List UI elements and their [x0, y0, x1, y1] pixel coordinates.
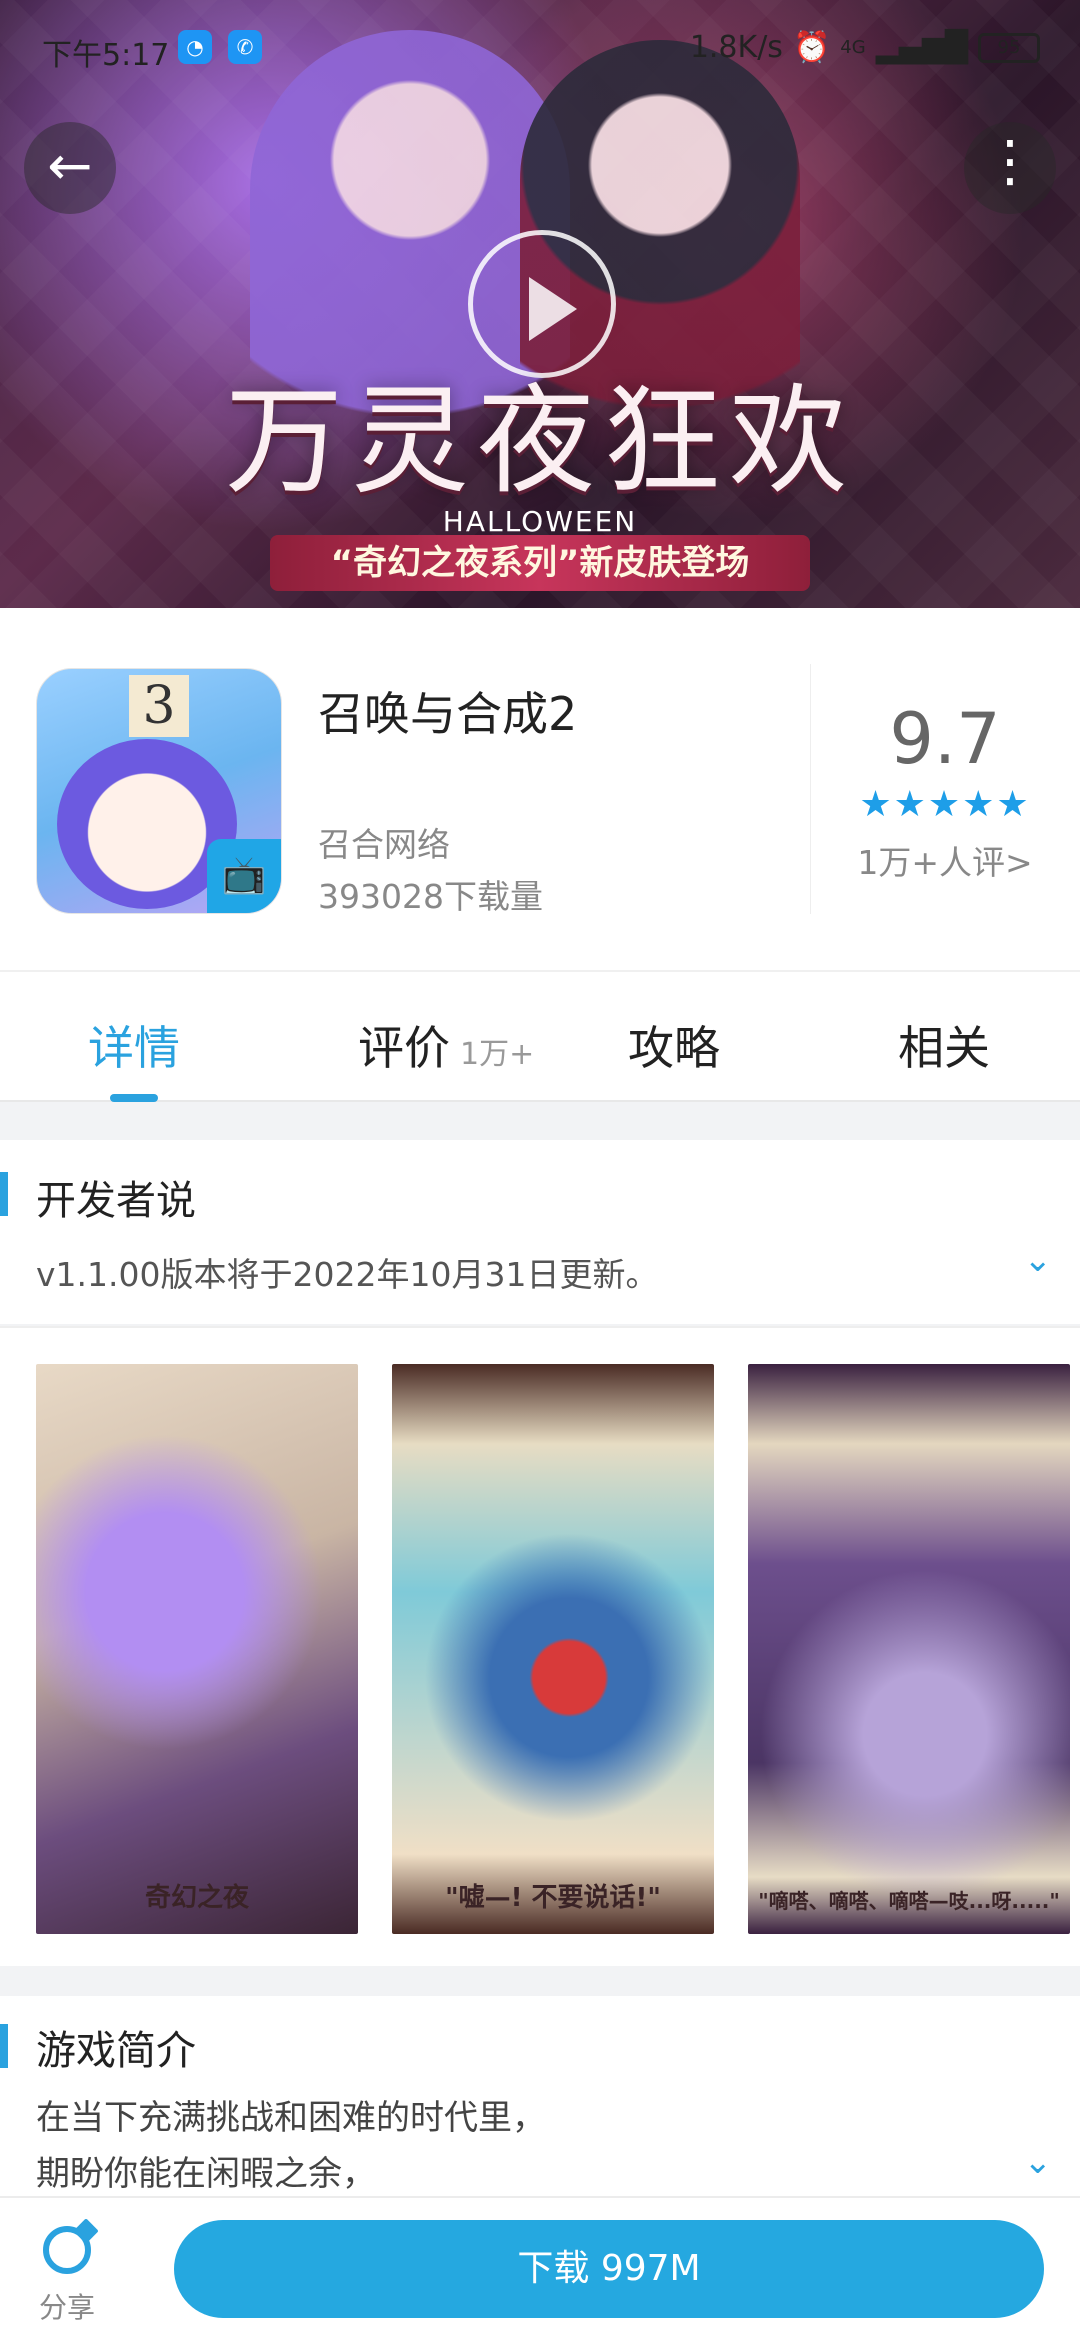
app-name: 召唤与合成2 — [318, 687, 578, 741]
arrow-left-icon: ← — [47, 134, 93, 197]
tab-reviews-badge: 1万+ — [460, 1037, 535, 1072]
hero-subtitle: HALLOWEEN — [442, 505, 638, 538]
developer-section[interactable]: 开发者说 v1.1.00版本将于2022年10月31日更新。 ⌄ — [0, 1140, 1080, 1324]
back-button[interactable]: ← — [24, 122, 116, 214]
screenshot-3-caption: "嘀嗒、嘀嗒、嘀嗒—吱...呀....." — [758, 1889, 1060, 1913]
developer-section-text: v1.1.00版本将于2022年10月31日更新。 — [36, 1255, 659, 1294]
hero-ribbon: “奇幻之夜系列”新皮肤登场 — [270, 535, 810, 591]
app-developer[interactable]: 召合网络 — [318, 818, 450, 866]
tab-details-label: 详情 — [88, 1021, 180, 1075]
bottom-action-bar: 分享 下载 997M — [0, 2196, 1080, 2340]
tab-related[interactable]: 相关 — [898, 1012, 990, 1078]
tab-reviews[interactable]: 评价 1万+ — [358, 1012, 534, 1078]
share-icon — [43, 2226, 91, 2274]
screenshot-1-caption: 奇幻之夜 — [144, 1883, 249, 1913]
share-button[interactable]: 分享 — [32, 2226, 102, 2326]
section-accent-bar — [0, 1172, 8, 1216]
network-type: 4G — [840, 37, 866, 58]
notification-app-icon: ◔ — [178, 30, 212, 64]
tab-active-indicator — [110, 1094, 158, 1102]
status-time: 下午5:17 — [42, 38, 170, 73]
bilibili-icon: 📺 — [207, 839, 281, 913]
chevron-down-icon[interactable]: ⌄ — [1024, 2142, 1053, 2182]
network-speed: 1.8K/s — [689, 30, 783, 65]
app-info-card: 3 📺 召唤与合成2 召合网络 393028下载量 9.7 ★★★★★ 1万+人… — [0, 608, 1080, 970]
tab-guides-label: 攻略 — [628, 1021, 720, 1075]
hero-title: 万灵夜狂欢 — [224, 372, 855, 510]
tab-reviews-label: 评价 — [358, 1021, 450, 1075]
tab-details[interactable]: 详情 — [88, 1012, 180, 1078]
section-accent-bar — [0, 2024, 8, 2068]
intro-section-title: 游戏简介 — [36, 2028, 196, 2074]
developer-section-title: 开发者说 — [36, 1178, 196, 1224]
play-icon — [529, 277, 577, 341]
intro-section[interactable]: 游戏简介 在当下充满挑战和困难的时代里， 期盼你能在闲暇之余， ⌄ — [0, 1966, 1080, 2196]
intro-line-2: 期盼你能在闲暇之余， — [36, 2154, 376, 2194]
more-button[interactable]: ⋮ — [964, 122, 1056, 214]
screenshot-2[interactable]: "嘘—! 不要说话!" — [392, 1364, 714, 1934]
tab-bar: 详情 评价 1万+ 攻略 相关 — [0, 970, 1080, 1102]
more-vertical-icon: ⋮ — [982, 129, 1038, 194]
signal-icon: ▂▄▆█ — [875, 30, 968, 65]
app-icon-number: 3 — [129, 675, 189, 737]
tab-guides[interactable]: 攻略 — [628, 1012, 720, 1078]
chevron-down-icon[interactable]: ⌄ — [1024, 1240, 1053, 1280]
rating-score: 9.7 — [889, 698, 1001, 780]
phone-notification-icon: ✆ — [228, 30, 262, 64]
screenshot-1[interactable]: 奇幻之夜 — [36, 1364, 358, 1934]
download-button[interactable]: 下载 997M — [174, 2220, 1044, 2318]
share-label: 分享 — [38, 2291, 95, 2324]
app-icon: 3 📺 — [36, 668, 282, 914]
screenshot-gallery: 奇幻之夜 "嘘—! 不要说话!" "嘀嗒、嘀嗒、嘀嗒—吱...呀....." — [0, 1326, 1080, 1966]
app-downloads: 393028下载量 — [318, 877, 543, 916]
status-right: 1.8K/s ⏰ 4G ▂▄▆█ 95 — [690, 30, 1040, 65]
intro-line-1: 在当下充满挑战和困难的时代里， — [36, 2098, 546, 2138]
rating-stars: ★★★★★ — [859, 784, 1031, 825]
battery-level: 95 — [997, 36, 1021, 58]
hero-banner[interactable]: 万灵夜狂欢 HALLOWEEN “奇幻之夜系列”新皮肤登场 下午5:17 ◔ ✆… — [0, 0, 1080, 608]
battery-icon: 95 — [978, 32, 1040, 63]
alarm-icon: ⏰ — [792, 30, 831, 65]
status-bar: 下午5:17 ◔ ✆ 1.8K/s ⏰ 4G ▂▄▆█ 95 — [0, 0, 1080, 96]
tab-related-label: 相关 — [898, 1021, 990, 1075]
app-detail-page: 万灵夜狂欢 HALLOWEEN “奇幻之夜系列”新皮肤登场 下午5:17 ◔ ✆… — [0, 0, 1080, 2340]
screenshot-3[interactable]: "嘀嗒、嘀嗒、嘀嗒—吱...呀....." — [748, 1364, 1070, 1934]
screenshot-2-caption: "嘘—! 不要说话!" — [445, 1883, 661, 1913]
rating-count-link[interactable]: 1万+人评> — [810, 836, 1080, 884]
